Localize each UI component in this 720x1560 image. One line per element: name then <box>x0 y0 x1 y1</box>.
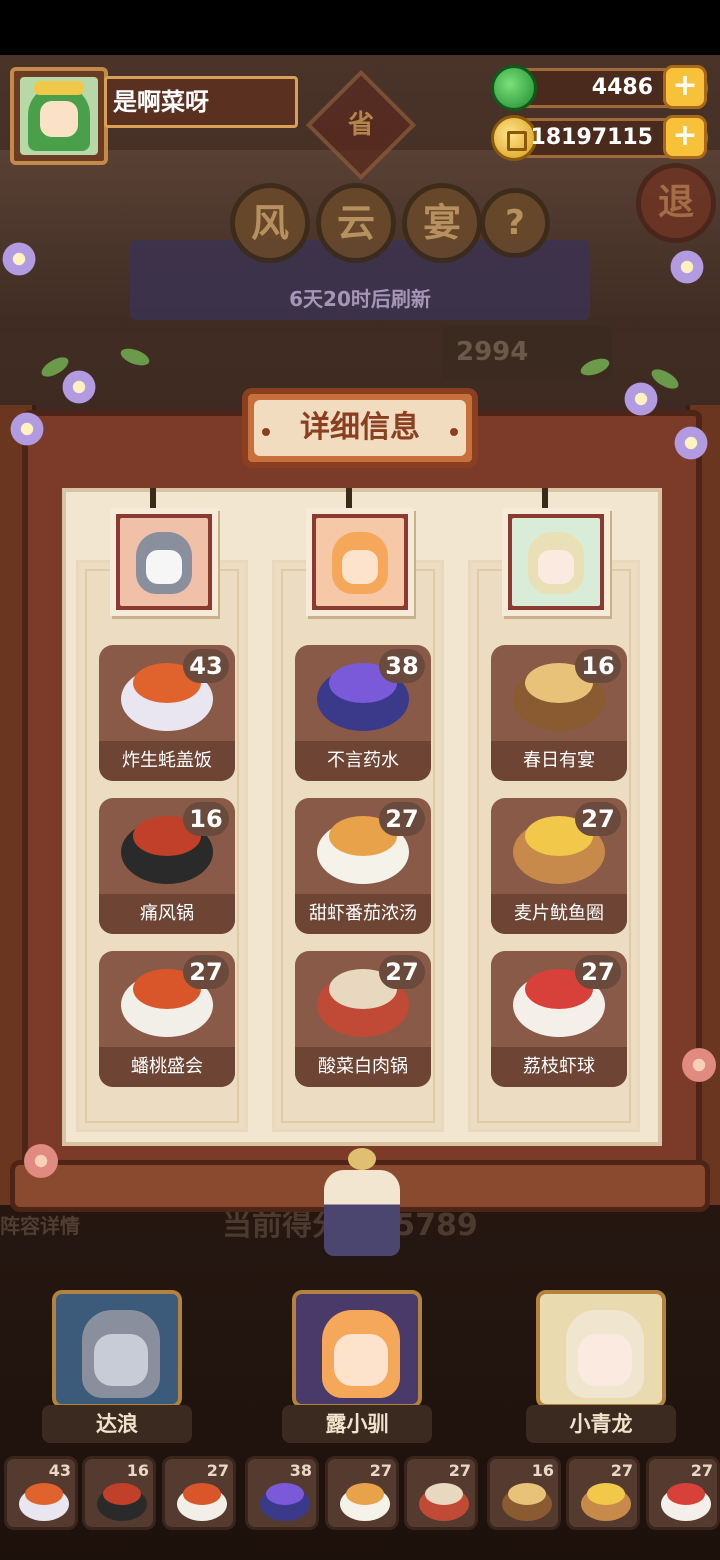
refresh-timer: 6天20时后刷新 <box>289 287 431 311</box>
flower-decor <box>668 248 706 286</box>
event-title-char: 宴 <box>402 183 482 263</box>
jade-value: 4486 <box>591 75 653 100</box>
dish-bar-count: 27 <box>610 1461 633 1480</box>
dish-food-icon <box>103 1483 141 1505</box>
flower-decor <box>672 424 710 462</box>
event-title-char: 风 <box>230 183 310 263</box>
dish-name: 痛风锅 <box>99 894 235 934</box>
dish-count: 27 <box>183 955 229 989</box>
dish-food-icon <box>667 1483 705 1505</box>
dish-count: 27 <box>379 802 425 836</box>
hero-portrait[interactable] <box>306 508 414 616</box>
dish-name: 甜虾番茄浓汤 <box>295 894 431 934</box>
dish-count: 27 <box>379 955 425 989</box>
dish-food-icon <box>346 1483 384 1505</box>
dish-bar-item[interactable]: 27 <box>646 1456 720 1530</box>
dish-bar-item[interactable]: 27 <box>404 1456 478 1530</box>
flower-decor <box>622 380 660 418</box>
event-title: 风 云 宴 <box>230 183 482 263</box>
help-button[interactable]: ? <box>480 188 550 258</box>
add-jade-button[interactable]: + <box>663 65 707 109</box>
dish-bar-count: 43 <box>48 1461 71 1480</box>
dish-card[interactable]: 16 痛风锅 <box>99 798 235 934</box>
dish-card[interactable]: 27 荔枝虾球 <box>491 951 627 1087</box>
dish-food-icon <box>587 1483 625 1505</box>
dish-name: 荔枝虾球 <box>491 1047 627 1087</box>
panel-title-text: 详细信息 <box>254 400 466 456</box>
hero-face <box>342 550 378 584</box>
dish-card[interactable]: 27 甜虾番茄浓汤 <box>295 798 431 934</box>
coin-value: 18197115 <box>530 125 653 150</box>
dish-count: 16 <box>575 649 621 683</box>
flower-decor <box>60 368 98 406</box>
mascot-charm <box>318 1148 406 1258</box>
dish-food-icon <box>266 1483 304 1505</box>
jade-icon <box>491 65 537 111</box>
hero-face <box>94 1334 148 1386</box>
dish-bar-item[interactable]: 16 <box>82 1456 156 1530</box>
dish-bar-count: 27 <box>369 1461 392 1480</box>
hero-portrait[interactable] <box>502 508 610 616</box>
dish-bar-item[interactable]: 27 <box>162 1456 236 1530</box>
dish-bar-count: 27 <box>448 1461 471 1480</box>
dish-bar-item[interactable]: 27 <box>325 1456 399 1530</box>
dish-name: 不言药水 <box>295 741 431 781</box>
coin-currency: 18197115 + <box>491 115 708 161</box>
team-hero-name: 小青龙 <box>526 1405 676 1443</box>
hero-face <box>578 1334 632 1386</box>
exit-button[interactable]: 退 <box>636 163 716 243</box>
dish-bar-count: 16 <box>531 1461 554 1480</box>
dish-bar-item[interactable]: 27 <box>566 1456 640 1530</box>
dish-bar-item[interactable]: 16 <box>487 1456 561 1530</box>
jade-currency: 4486 + <box>491 65 708 111</box>
dish-count: 27 <box>575 802 621 836</box>
dish-count: 38 <box>379 649 425 683</box>
dish-bar-item[interactable]: 43 <box>4 1456 78 1530</box>
dish-card[interactable]: 27 麦片鱿鱼圈 <box>491 798 627 934</box>
dish-bar-item[interactable]: 38 <box>245 1456 319 1530</box>
team-hero-card[interactable] <box>292 1290 422 1408</box>
dish-name: 酸菜白肉锅 <box>295 1047 431 1087</box>
team-hero-card[interactable] <box>52 1290 182 1408</box>
petal-decor <box>680 1046 718 1084</box>
dish-food-icon <box>183 1483 221 1505</box>
dish-name: 麦片鱿鱼圈 <box>491 894 627 934</box>
dish-card[interactable]: 38 不言药水 <box>295 645 431 781</box>
dish-count: 27 <box>575 955 621 989</box>
dish-count: 43 <box>183 649 229 683</box>
flower-decor <box>0 240 38 278</box>
dish-card[interactable]: 27 酸菜白肉锅 <box>295 951 431 1087</box>
hero-portrait[interactable] <box>110 508 218 616</box>
event-title-char: 云 <box>316 183 396 263</box>
player-avatar[interactable] <box>10 67 108 165</box>
player-name: 是啊菜呀 <box>104 76 298 128</box>
team-hero-card[interactable] <box>536 1290 666 1408</box>
team-hero-name: 达浪 <box>42 1405 192 1443</box>
team-hero-name: 露小驯 <box>282 1405 432 1443</box>
dish-name: 蟠桃盛会 <box>99 1047 235 1087</box>
dish-card[interactable]: 43 炸生蚝盖饭 <box>99 645 235 781</box>
status-bar <box>0 0 720 55</box>
petal-decor <box>22 1142 60 1180</box>
hero-face <box>146 550 182 584</box>
dish-bar-count: 27 <box>206 1461 229 1480</box>
dish-bar-count: 38 <box>289 1461 312 1480</box>
dish-bar-count: 27 <box>690 1461 713 1480</box>
flower-decor <box>8 410 46 448</box>
panel-title: 详细信息 <box>242 388 478 468</box>
dish-food-icon <box>425 1483 463 1505</box>
hero-face <box>334 1334 388 1386</box>
dish-card[interactable]: 27 蟠桃盛会 <box>99 951 235 1087</box>
hero-face <box>538 550 574 584</box>
dish-bar-count: 16 <box>126 1461 149 1480</box>
add-coin-button[interactable]: + <box>663 115 707 159</box>
dish-name: 炸生蚝盖饭 <box>99 741 235 781</box>
dish-food-icon <box>508 1483 546 1505</box>
lineup-label[interactable]: 阵容详情 <box>0 1210 80 1239</box>
dish-food-icon <box>25 1483 63 1505</box>
dish-name: 春日有宴 <box>491 741 627 781</box>
dish-card[interactable]: 16 春日有宴 <box>491 645 627 781</box>
dish-count: 16 <box>183 802 229 836</box>
